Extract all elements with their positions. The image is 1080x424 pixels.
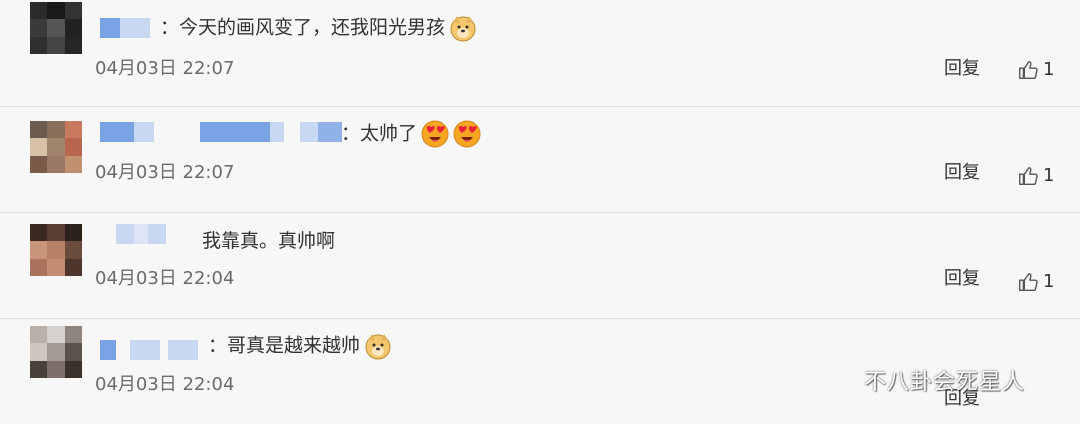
like-button[interactable]: 1 [1017,270,1054,294]
avatar[interactable] [30,2,82,54]
avatar[interactable] [30,326,82,378]
doge-emoji-icon [365,334,391,360]
comment-body: ：哥真是越来越帅 [208,332,392,360]
comment-time: 04月03日 22:07 [95,162,235,183]
comment-text: 我靠真。真帅啊 [202,230,336,252]
comment-text: 太帅了 [360,122,418,145]
username-blurred[interactable] [116,224,166,244]
thumbs-up-icon [1019,61,1038,79]
comment-time: 04月03日 22:04 [95,374,235,395]
comment-separator: ： [208,334,228,357]
comment-separator: ： [160,16,180,39]
like-count: 1 [1043,271,1055,292]
comment-body: 我靠真。真帅啊 [202,228,335,254]
username-blurred[interactable] [100,122,342,142]
username-blurred[interactable] [100,340,198,360]
thumbs-up-icon [1019,167,1038,185]
comment-item: 我靠真。真帅啊 04月03日 22:04 回复 1 [0,212,1080,319]
thumbs-up-icon [1019,273,1038,291]
like-button[interactable]: 1 [1017,58,1054,82]
reply-button[interactable]: 回复 [944,268,980,290]
avatar[interactable] [30,121,82,173]
comment-body: ：今天的画风变了，还我阳光男孩 [160,14,477,42]
comment-separator: ： [341,122,361,145]
comment-text: 哥真是越来越帅 [227,334,361,357]
watermark: 不八卦会死星人 [864,370,1026,395]
username-blurred[interactable] [100,18,150,38]
comment-body: ：太帅了 [341,120,481,148]
comment-item: ：今天的画风变了，还我阳光男孩 04月03日 22:07 回复 1 [0,0,1080,107]
comment-item: ：太帅了 04月03日 22:07 回复 1 [0,106,1080,213]
doge-emoji-icon [450,16,476,42]
like-button[interactable]: 1 [1017,164,1054,188]
heart-eyes-emoji-icon [453,120,481,148]
comment-text: 今天的画风变了，还我阳光男孩 [179,16,446,39]
heart-eyes-emoji-icon [421,120,449,148]
like-count: 1 [1043,165,1055,186]
avatar[interactable] [30,224,82,276]
reply-button[interactable]: 回复 [944,162,980,184]
comment-time: 04月03日 22:07 [95,58,235,79]
like-count: 1 [1043,59,1055,80]
reply-button[interactable]: 回复 [944,58,980,80]
comment-time: 04月03日 22:04 [95,268,235,289]
